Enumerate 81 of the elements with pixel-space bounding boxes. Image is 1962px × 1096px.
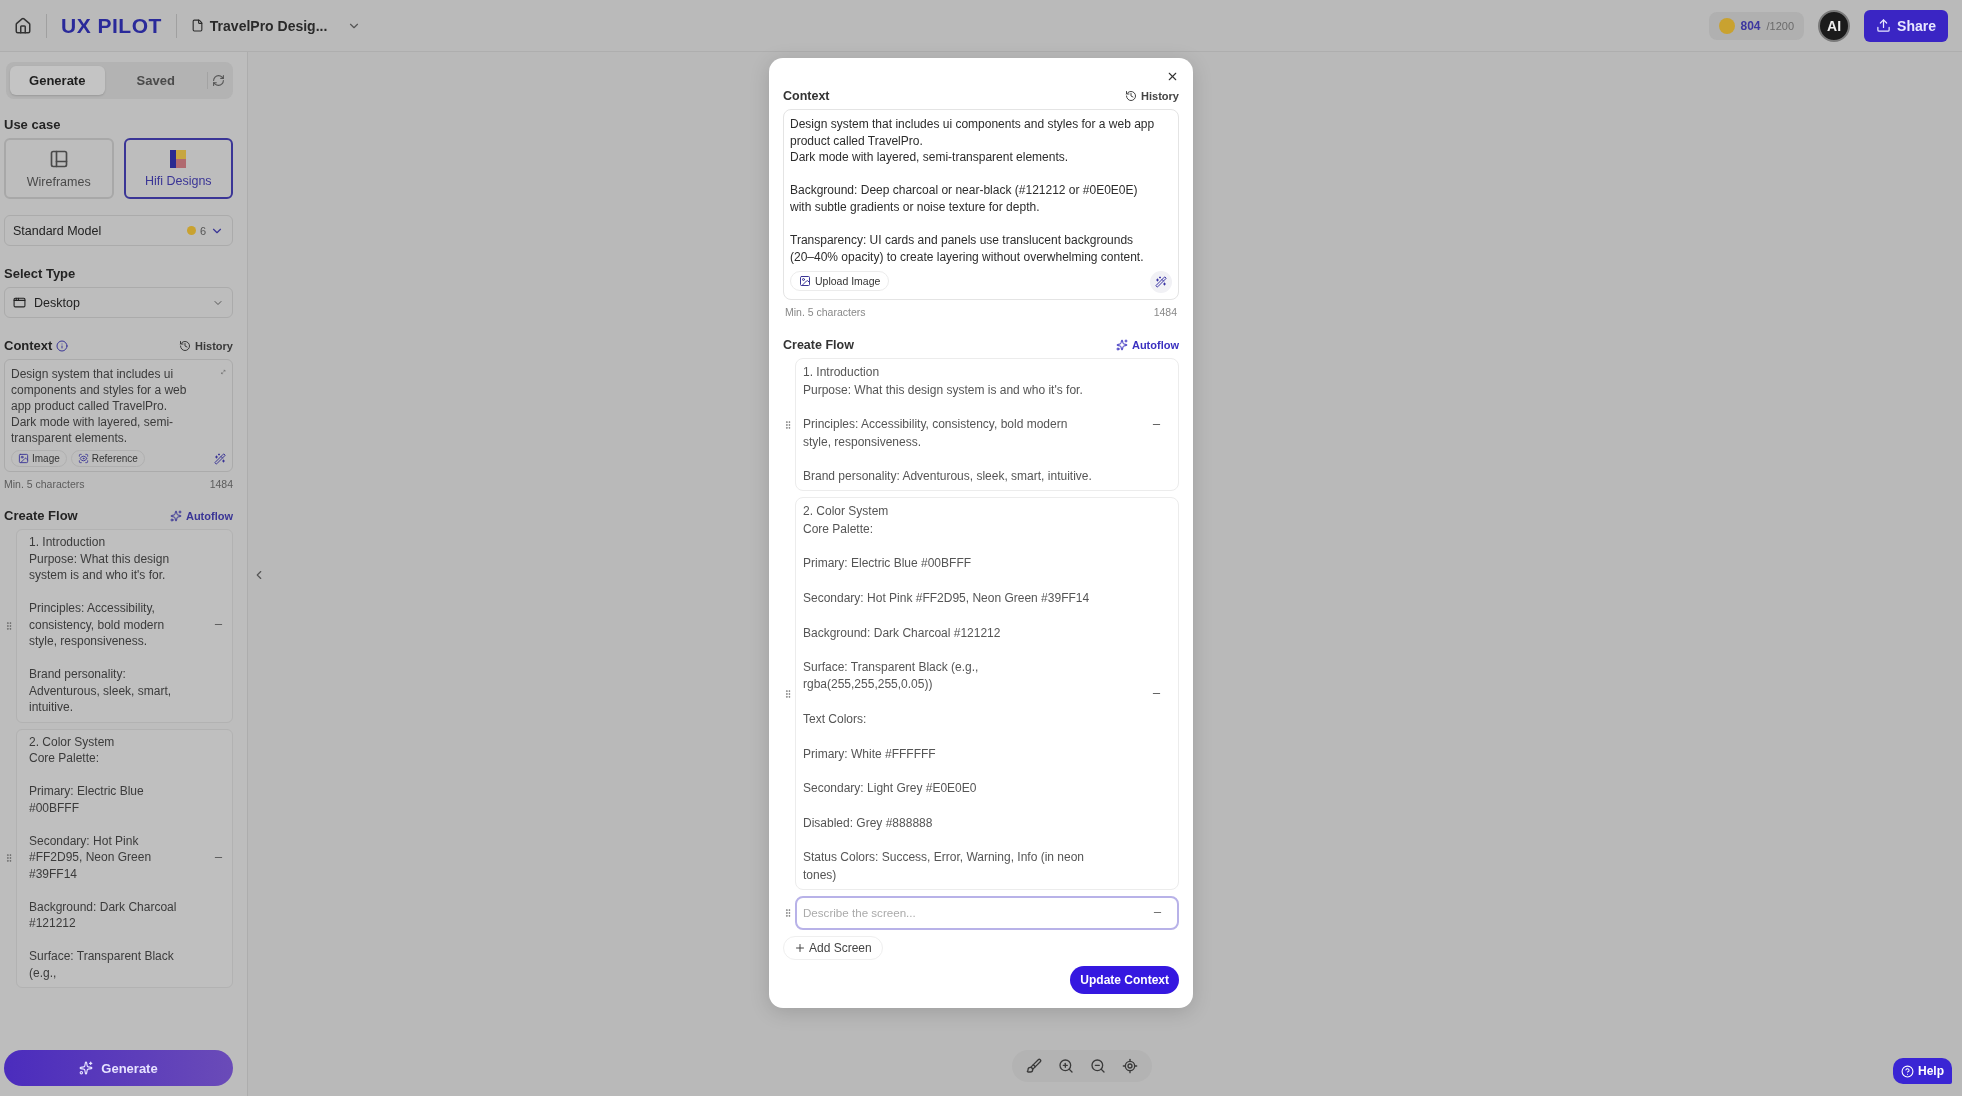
close-button[interactable] (1166, 70, 1179, 83)
zoom-out-icon (1090, 1058, 1106, 1074)
coin-icon (186, 226, 196, 235)
window-icon (13, 296, 26, 309)
attachment-chip[interactable]: Image (11, 450, 67, 467)
refresh-icon (212, 74, 225, 87)
credit-cost: 6 (199, 224, 206, 237)
context-field[interactable] (783, 109, 1179, 301)
brush-button[interactable] (1026, 1058, 1042, 1074)
wand-icon (1155, 276, 1167, 289)
tab[interactable]: Saved (108, 66, 203, 95)
help-icon (1901, 1064, 1914, 1078)
color-blocks-icon (170, 149, 187, 168)
tab[interactable]: Generate (10, 66, 105, 95)
hint-text: Min. 5 characters (4, 478, 85, 490)
project-name[interactable]: TravelPro Desig... (209, 17, 328, 34)
avatar[interactable]: AI (1818, 9, 1851, 42)
brush-icon (1026, 1058, 1042, 1074)
screen-field[interactable]: 1. Introduction Purpose: What this design system is and who it's for. Principles: Accessibility, consistency, bold modern style, responsiveness. Brand personality: Adventurous, sleek, smart, intuitive. (16, 529, 233, 723)
attachment-chip[interactable]: Reference (70, 450, 145, 467)
character-count: 1484 (1153, 306, 1177, 319)
crosshair-icon (1122, 1058, 1138, 1074)
sparkle-icon (79, 1061, 94, 1075)
share-button[interactable]: Share (1864, 9, 1948, 42)
credits-total: /1200 (1766, 19, 1795, 32)
share-icon (1876, 18, 1892, 33)
close-icon (1166, 70, 1179, 83)
zoom-out-button[interactable] (1090, 1058, 1106, 1074)
image-icon (18, 453, 29, 464)
image-icon (799, 275, 811, 288)
section-label: Context (4, 338, 53, 353)
update-context-button[interactable]: Update Context (1070, 965, 1179, 994)
drag-handle-icon[interactable] (4, 853, 14, 864)
drag-handle-icon[interactable] (783, 419, 793, 430)
use-case-option[interactable]: Hifi Designs (123, 138, 233, 199)
drag-handle-icon[interactable] (783, 688, 793, 699)
use-case-option[interactable]: Wireframes (4, 138, 114, 199)
help-button[interactable]: Help (1893, 1058, 1952, 1084)
context-text: Design system that includes ui components and styles for a web app product called TravelPro. Dark mode with layered, semi-transparent elements. (11, 366, 188, 446)
wand-icon[interactable] (214, 452, 226, 465)
section-label: Select Type (4, 266, 77, 281)
context-text: Design system that includes ui components and styles for a web app product called TravelPro. Dark mode with layered, semi-transparent elements. Background: Deep charcoal or near-black (#121212 or #0E0E0E) with subtle gradients or noise texture for depth. Transparency: UI cards and panels use translucent backgrounds (20–40% opacity) to create layering without overwhelming content. (790, 116, 1156, 266)
screen-field[interactable]: 2. Color System Core Palette: Primary: Electric Blue #00BFFF Secondary: Hot Pink #FF2D95, Neon Green #39FF14 Background: Dark Charcoal #121212 Surface: Transparent Black (e.g., (16, 728, 233, 988)
drag-handle-icon[interactable] (783, 907, 793, 918)
section-label: Create Flow (4, 508, 78, 523)
plus-icon (794, 941, 806, 954)
locate-button[interactable] (1122, 1058, 1138, 1074)
section-label: Create Flow (783, 338, 854, 353)
hint-text: Min. 5 characters (785, 306, 866, 319)
zoom-in-button[interactable] (1058, 1058, 1074, 1074)
autoflow-link[interactable]: Autoflow (1115, 339, 1179, 352)
screen-input[interactable]: Describe the screen... (795, 895, 1179, 930)
history-icon (179, 339, 192, 352)
history-link[interactable]: History (179, 339, 233, 352)
section-label: Use case (4, 117, 62, 132)
history-icon (1125, 90, 1138, 102)
section-label: Context (783, 89, 830, 103)
sparkle-icon (1115, 339, 1128, 352)
add-screen-button[interactable]: Add Screen (783, 935, 883, 960)
screen-field[interactable]: 1. Introduction Purpose: What this design system is and who it's for. Principles: Accessibility, consistency, bold modern style, responsiveness. Brand personality: Adventurous, sleek, smart, intuitive. (795, 358, 1179, 492)
autoflow-link[interactable]: Autoflow (169, 509, 233, 522)
context-field[interactable]: Design system that includes ui components and styles for a web app product called TravelPro. Dark mode with layered, semi-transparent elements. Image Reference (4, 359, 233, 472)
info-icon[interactable] (56, 339, 69, 352)
model-dropdown[interactable]: Standard Model 6 (4, 215, 233, 246)
drag-handle-icon[interactable] (4, 620, 14, 631)
file-icon (190, 19, 204, 32)
wand-button[interactable] (1150, 271, 1172, 294)
coin-icon (1718, 17, 1735, 34)
sparkle-icon (169, 509, 182, 522)
credits-used: 804 (1740, 18, 1761, 33)
layout-icon (48, 148, 69, 169)
home-icon[interactable] (14, 16, 32, 35)
scan-icon (77, 453, 89, 464)
screen-field[interactable]: 2. Color System Core Palette: Primary: Electric Blue #00BFFF Secondary: Hot Pink #FF2D95, Neon Green #39FF14 Background: Dark Charcoal #121212 Surface: Transparent Black (e.g., rgba(255,255,255,0.05)) Text Colors: Primary: White #FFFFFF Secondary: Light Grey #E0E0E0 Disabled: Grey #888888 Status Colors: Success, Error, Warning, Info (in neon tones) (795, 497, 1179, 890)
upload-image-button[interactable]: Upload Image (790, 271, 890, 292)
zoom-in-icon (1058, 1058, 1074, 1074)
type-dropdown[interactable]: Desktop (4, 287, 233, 318)
history-link[interactable]: History (1125, 90, 1179, 102)
generate-button[interactable]: Generate (4, 1050, 233, 1086)
logo: UX PILOT (46, 13, 177, 38)
character-count: 1484 (209, 478, 233, 490)
